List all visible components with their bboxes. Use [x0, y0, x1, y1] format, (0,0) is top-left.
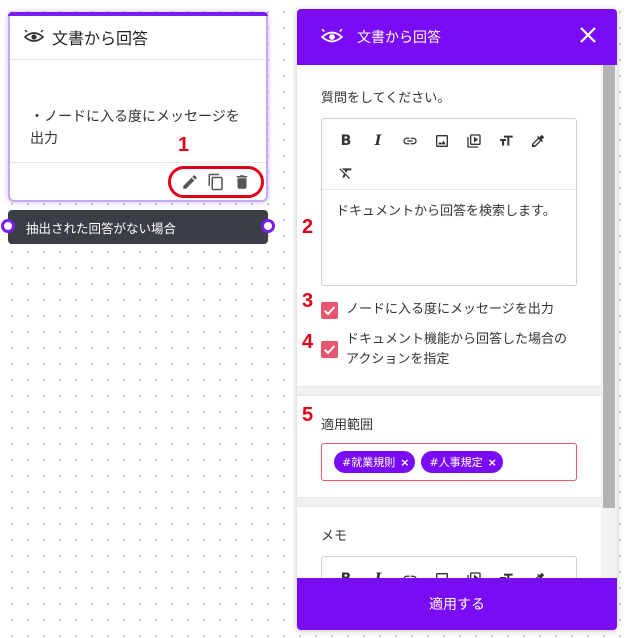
- close-icon[interactable]: [579, 26, 597, 44]
- italic-icon: I: [374, 133, 382, 149]
- text-size-button[interactable]: [490, 125, 522, 157]
- node-tools-group: [168, 166, 264, 198]
- annotation-4: 4: [302, 331, 314, 353]
- editor-toolbar: B I: [322, 557, 576, 578]
- bold-icon: B: [340, 133, 352, 149]
- video-library-icon: [467, 134, 481, 148]
- checkbox-action-label: ドキュメント機能から回答した場合のアクションを指定: [346, 332, 568, 367]
- bold-icon: B: [341, 571, 352, 578]
- apply-button[interactable]: 適用する: [297, 578, 617, 630]
- question-label: 質問をしてください。: [321, 91, 451, 106]
- memo-label: メモ: [321, 529, 348, 544]
- tag-label: #人事規定: [429, 456, 483, 469]
- color-picker-button[interactable]: [522, 125, 554, 157]
- trash-icon[interactable]: [233, 173, 251, 191]
- clear-format-icon: [339, 168, 352, 179]
- link-icon: [403, 137, 417, 145]
- italic-icon: I: [375, 571, 382, 578]
- tag-remove-icon[interactable]: ×: [400, 456, 409, 469]
- section-divider: [297, 497, 617, 507]
- specify-action-checkbox[interactable]: [321, 341, 338, 358]
- video-button[interactable]: [458, 125, 490, 157]
- checkbox-row-action[interactable]: ドキュメント機能から回答した場合のアクションを指定: [321, 330, 577, 370]
- tag-label: #就業規則: [342, 456, 396, 469]
- annotation-1: 1: [178, 134, 190, 156]
- check-icon: [323, 306, 336, 316]
- eye-icon: [321, 29, 343, 43]
- panel-header: 文書から回答: [297, 9, 617, 65]
- panel-title: 文書から回答: [357, 30, 441, 46]
- panel-content[interactable]: 質問をしてください。 B I ドキュメントから回答を検索します。 ノードに入る度…: [297, 65, 617, 578]
- document-answer-node[interactable]: 文書から回答 ・ノードに入る度にメッセージを出力: [8, 12, 268, 202]
- italic-button[interactable]: I: [362, 563, 394, 578]
- eyedropper-icon: [535, 573, 544, 578]
- memo-editor[interactable]: B I: [321, 556, 577, 578]
- link-button[interactable]: [394, 563, 426, 578]
- image-button[interactable]: [426, 125, 458, 157]
- checkbox-row-message[interactable]: ノードに入る度にメッセージを出力: [321, 300, 577, 320]
- tag-chip[interactable]: #就業規則 ×: [334, 451, 416, 473]
- node-body-text: ・ノードに入る度にメッセージを出力: [30, 109, 240, 147]
- italic-button[interactable]: I: [362, 125, 394, 157]
- image-icon: [436, 135, 448, 147]
- scope-label: 適用範囲: [321, 418, 374, 433]
- checkbox-message-label: ノードに入る度にメッセージを出力: [346, 302, 554, 317]
- node-header: 文書から回答: [10, 14, 266, 60]
- question-text[interactable]: ドキュメントから回答を検索します。: [322, 189, 576, 285]
- output-port[interactable]: [261, 219, 275, 233]
- annotation-3: 3: [302, 290, 314, 312]
- image-icon: [436, 573, 448, 578]
- node-footer: [10, 162, 266, 200]
- eyedropper-icon: [532, 135, 544, 147]
- tag-remove-icon[interactable]: ×: [488, 456, 497, 469]
- node-title: 文書から回答: [52, 28, 149, 48]
- settings-panel: 文書から回答 質問をしてください。 B I ドキュメントから回答を検索します。 …: [297, 9, 617, 630]
- eye-icon: [24, 29, 44, 42]
- clear-format-button[interactable]: [330, 157, 362, 189]
- panel-scrollbar[interactable]: [601, 65, 617, 578]
- section-divider: [297, 386, 617, 396]
- tag-chip[interactable]: #人事規定 ×: [421, 451, 503, 473]
- image-button[interactable]: [426, 563, 458, 578]
- annotation-2: 2: [302, 216, 314, 238]
- copy-icon[interactable]: [207, 173, 225, 191]
- link-button[interactable]: [394, 125, 426, 157]
- input-port[interactable]: [1, 219, 15, 233]
- pencil-icon[interactable]: [181, 173, 199, 191]
- text-size-button[interactable]: [490, 563, 522, 578]
- scrollbar-thumb[interactable]: [603, 65, 615, 508]
- video-button[interactable]: [458, 563, 490, 578]
- scope-tag-input[interactable]: #就業規則 × #人事規定 ×: [321, 443, 577, 481]
- annotation-5: 5: [302, 404, 314, 426]
- link-icon: [403, 575, 417, 578]
- editor-toolbar: B I: [322, 119, 576, 189]
- output-message-checkbox[interactable]: [321, 302, 338, 319]
- text-size-icon: [500, 573, 513, 578]
- video-library-icon: [467, 572, 481, 578]
- bold-button[interactable]: B: [330, 125, 362, 157]
- check-icon: [323, 345, 336, 355]
- text-size-icon: [500, 135, 513, 146]
- branch-no-answer[interactable]: 抽出された回答がない場合: [8, 210, 268, 244]
- bold-button[interactable]: B: [330, 563, 362, 578]
- color-picker-button[interactable]: [522, 563, 554, 578]
- question-editor[interactable]: B I ドキュメントから回答を検索します。: [321, 118, 577, 286]
